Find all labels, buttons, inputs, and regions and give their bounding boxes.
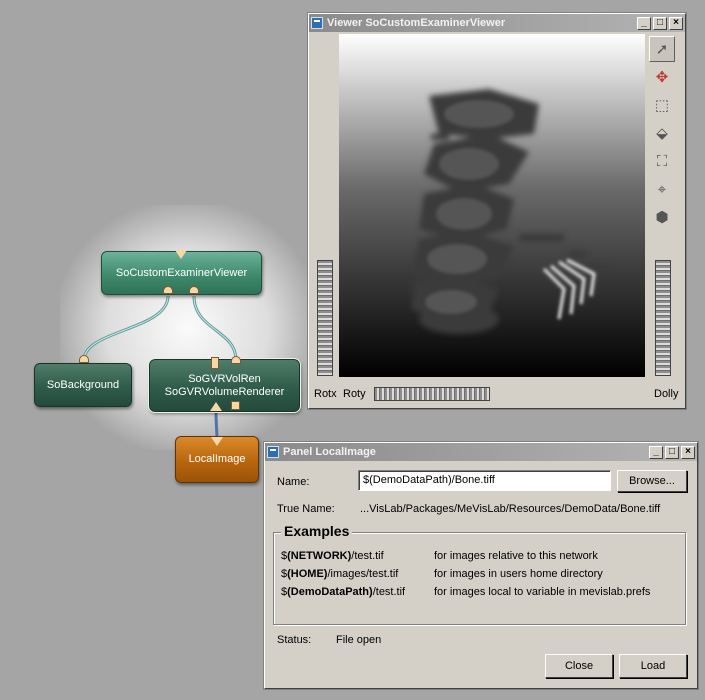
projection-icon[interactable]: ⬢ — [649, 204, 675, 230]
viewer-output-port-2[interactable] — [189, 286, 199, 294]
window-app-icon — [311, 17, 323, 29]
rotx-label: Rotx — [314, 388, 337, 400]
dolly-label: Dolly — [654, 388, 679, 400]
example-desc-demodatapath: for images local to variable in mevislab… — [434, 586, 651, 598]
module-background-label: SoBackground — [46, 378, 120, 391]
module-examiner-viewer-label: SoCustomExaminerViewer — [115, 266, 248, 279]
seek-icon[interactable]: ⌖ — [649, 176, 675, 202]
true-name-value: ...VisLab/Packages/MeVisLab/Resources/De… — [360, 503, 661, 515]
example-desc-home: for images in users home directory — [434, 568, 603, 580]
viewer-titlebar[interactable]: Viewer SoCustomExaminerViewer _ □ × — [309, 14, 685, 32]
example-row-demodatapath: $(DemoDataPath)/test.tif — [281, 586, 406, 598]
viewer-toolbar: ➚ ✥ ⬚ ⬙ ⛶ ⌖ ⬢ — [649, 36, 677, 232]
volren-input-port-1[interactable] — [211, 357, 219, 369]
volren-input-port-2[interactable] — [231, 401, 240, 410]
panel-window: Panel LocalImage _ □ × Name: $(DemoDataP… — [264, 442, 698, 689]
roty-label: Roty — [343, 388, 366, 400]
minimize-button[interactable]: _ — [637, 16, 651, 30]
example-row-home: $(HOME)/images/test.tif — [281, 568, 399, 580]
render-viewport[interactable] — [339, 34, 645, 377]
roty-wheel[interactable] — [374, 387, 490, 401]
close-button[interactable]: × — [681, 445, 695, 459]
status-value: File open — [336, 634, 382, 646]
maximize-button[interactable]: □ — [653, 16, 667, 30]
module-background[interactable]: SoBackground — [34, 363, 132, 407]
close-button[interactable]: × — [669, 16, 683, 30]
home-icon[interactable]: ⬚ — [649, 92, 675, 118]
window-app-icon — [267, 446, 279, 458]
module-local-image-label: LocalImage — [188, 453, 246, 465]
viewer-title: Viewer SoCustomExaminerViewer — [327, 17, 506, 29]
set-home-icon[interactable]: ⬙ — [649, 120, 675, 146]
dolly-wheel[interactable] — [655, 260, 671, 376]
module-volume-renderer-line1: SoGVRVolRen — [188, 372, 261, 385]
viewer-window: Viewer SoCustomExaminerViewer _ □ × ➚ ✥ … — [308, 13, 686, 409]
background-output-port[interactable] — [79, 355, 89, 363]
rotx-wheel[interactable] — [317, 260, 333, 376]
name-label: Name: — [277, 476, 310, 488]
pick-arrow-icon[interactable]: ➚ — [649, 36, 675, 62]
example-desc-network: for images relative to this network — [434, 550, 598, 562]
panel-titlebar[interactable]: Panel LocalImage _ □ × — [265, 443, 697, 461]
volren-image-input-port[interactable] — [210, 402, 222, 411]
maximize-button[interactable]: □ — [665, 445, 679, 459]
rotate-view-icon[interactable]: ✥ — [649, 64, 675, 90]
local-image-output-port[interactable] — [211, 437, 223, 446]
minimize-button[interactable]: _ — [649, 445, 663, 459]
selection-glow — [60, 205, 315, 450]
browse-button[interactable]: Browse... — [617, 470, 687, 492]
panel-title: Panel LocalImage — [283, 446, 376, 458]
spine-volume-rendering — [411, 89, 609, 334]
module-volume-renderer[interactable]: SoGVRVolRen SoGVRVolumeRenderer — [148, 358, 301, 413]
module-volume-renderer-line2: SoGVRVolumeRenderer — [164, 385, 285, 398]
volren-output-port[interactable] — [231, 356, 241, 364]
viewer-output-port-1[interactable] — [163, 286, 173, 294]
example-row-network: $(NETWORK)/test.tif — [281, 550, 384, 562]
name-field[interactable]: $(DemoDataPath)/Bone.tiff — [358, 470, 611, 491]
close-panel-button[interactable]: Close — [545, 654, 613, 678]
view-all-icon[interactable]: ⛶ — [649, 148, 675, 174]
examples-title: Examples — [281, 523, 353, 539]
viewer-input-port[interactable] — [175, 250, 187, 259]
status-label: Status: — [277, 634, 312, 646]
load-button[interactable]: Load — [619, 654, 687, 678]
true-name-label: True Name: — [277, 503, 335, 515]
